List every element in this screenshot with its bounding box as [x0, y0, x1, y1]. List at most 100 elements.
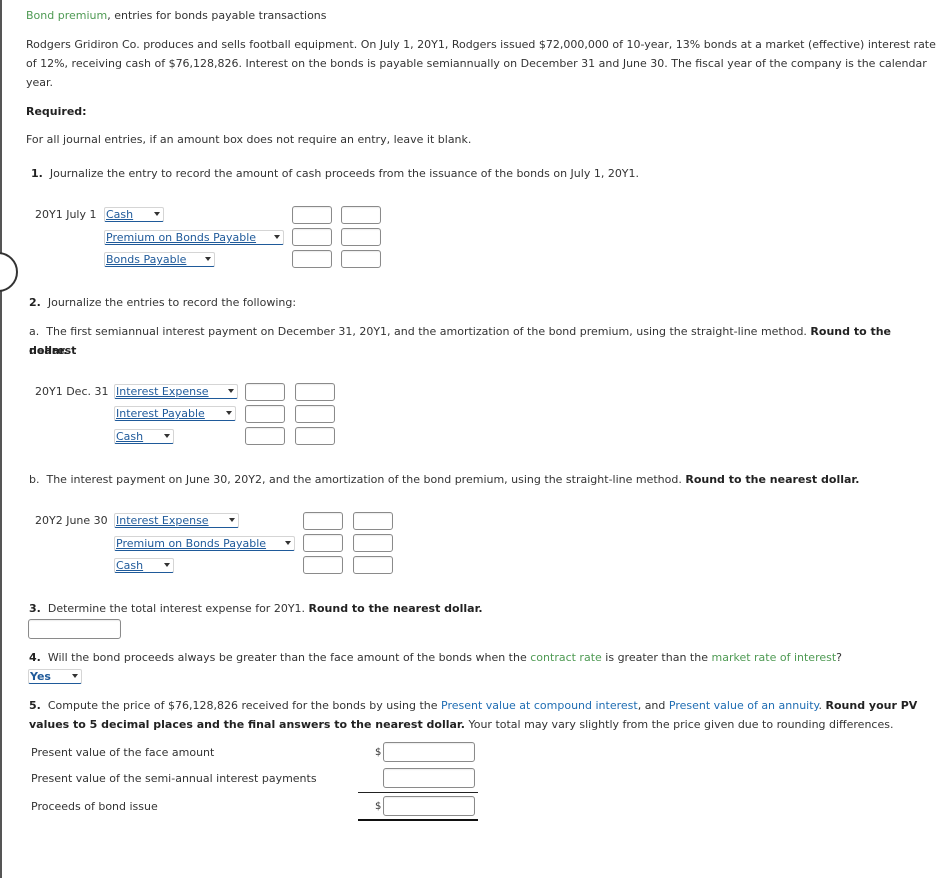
q2b-account-select-1[interactable]: Interest Expense	[114, 513, 239, 528]
q2b-credit-input-2[interactable]	[353, 534, 393, 552]
q2b-debit-input-2[interactable]	[303, 534, 343, 552]
pv-interest-payments-input[interactable]	[383, 768, 475, 788]
problem-title: Bond premium, entries for bonds payable …	[26, 6, 327, 25]
contract-rate-link[interactable]: contract rate	[530, 651, 602, 664]
q2a-date: 20Y1 Dec. 31	[35, 385, 109, 398]
q3-interest-expense-input[interactable]	[28, 619, 121, 639]
intro-line-3: year.	[26, 76, 54, 89]
q2a-credit-input-2[interactable]	[295, 405, 335, 423]
q1-prompt: 1. Journalize the entry to record the am…	[31, 164, 639, 183]
q2a-account-2-label: Interest Payable	[116, 407, 205, 420]
pv-interest-payments-label: Present value of the semi-annual interes…	[31, 772, 317, 785]
intro-line-2: of 12%, receiving cash of $76,128,826. I…	[26, 57, 927, 70]
q2-prompt: 2. Journalize the entries to record the …	[29, 293, 296, 312]
pv-face-amount-input[interactable]	[383, 742, 475, 762]
q1-text: Journalize the entry to record the amoun…	[49, 167, 640, 180]
q2b-date: 20Y2 June 30	[35, 514, 108, 527]
title-text: , entries for bonds payable transactions	[107, 9, 327, 22]
q4-answer-select[interactable]: Yes	[28, 669, 82, 684]
q5-number: 5.	[29, 699, 41, 712]
q1-debit-input-2[interactable]	[292, 228, 332, 246]
proceeds-currency: $	[375, 801, 382, 812]
q1-credit-input-3[interactable]	[341, 250, 381, 268]
q1-account-2-label: Premium on Bonds Payable	[106, 231, 257, 244]
q4-text-3: ?	[836, 651, 843, 664]
bond-premium-link[interactable]: Bond premium	[26, 9, 107, 22]
required-heading: Required:	[26, 105, 87, 118]
q4-text-1: Will the bond proceeds always be greater…	[47, 651, 527, 664]
intro-line-1: Rodgers Gridiron Co. produces and sells …	[26, 38, 936, 51]
q1-debit-input-1[interactable]	[292, 206, 332, 224]
pv-face-amount-label: Present value of the face amount	[31, 746, 215, 759]
q3-prompt: 3. Determine the total interest expense …	[29, 599, 483, 618]
q3-round-note: Round to the nearest dollar.	[308, 602, 483, 615]
q5-text-1: Compute the price of $76,128,826 receive…	[47, 699, 438, 712]
q5-text-2: , and	[637, 699, 666, 712]
q1-date: 20Y1 July 1	[35, 208, 97, 221]
q1-account-select-2[interactable]: Premium on Bonds Payable	[104, 230, 284, 245]
q2b-text: The interest payment on June 30, 20Y2, a…	[46, 473, 682, 486]
q2b-credit-input-3[interactable]	[353, 556, 393, 574]
chevron-down-icon	[72, 674, 78, 678]
q5-prompt-line-2: values to 5 decimal places and the final…	[29, 715, 893, 734]
q2-text: Journalize the entries to record the fol…	[47, 296, 297, 309]
proceeds-input[interactable]	[383, 796, 475, 816]
q2a-account-1-label: Interest Expense	[116, 385, 209, 398]
q2b-debit-input-1[interactable]	[303, 512, 343, 530]
q2b-account-select-2[interactable]: Premium on Bonds Payable	[114, 536, 295, 551]
q4-selected-value: Yes	[30, 670, 51, 683]
q2a-letter: a.	[29, 325, 40, 338]
q2a-round-note-cont: dollar.	[29, 344, 68, 357]
instruction-text: For all journal entries, if an amount bo…	[26, 133, 472, 146]
chevron-down-icon	[229, 518, 235, 522]
chevron-down-icon	[228, 389, 234, 393]
chevron-down-icon	[285, 541, 291, 545]
q2b-round-note: Round to the nearest dollar.	[685, 473, 860, 486]
q2b-prompt: b. The interest payment on June 30, 20Y2…	[29, 470, 859, 489]
q2a-account-3-label: Cash	[116, 430, 144, 443]
q2a-debit-input-1[interactable]	[245, 383, 285, 401]
q1-credit-input-2[interactable]	[341, 228, 381, 246]
chevron-down-icon	[226, 411, 232, 415]
side-nav-circle[interactable]	[0, 252, 18, 292]
q2a-debit-input-2[interactable]	[245, 405, 285, 423]
q2a-prompt: a. The first semiannual interest payment…	[29, 322, 939, 360]
chevron-down-icon	[154, 212, 160, 216]
q5-text-3: .	[818, 699, 823, 712]
q1-account-select-1[interactable]: Cash	[104, 207, 164, 222]
q2a-account-select-2[interactable]: Interest Payable	[114, 406, 236, 421]
q1-account-3-label: Bonds Payable	[106, 253, 187, 266]
q1-number: 1.	[31, 167, 43, 180]
q3-text: Determine the total interest expense for…	[47, 602, 306, 615]
proceeds-label: Proceeds of bond issue	[31, 800, 158, 813]
pv-compound-interest-link[interactable]: Present value at compound interest	[441, 699, 638, 712]
q1-account-1-label: Cash	[106, 208, 134, 221]
pv-annuity-link[interactable]: Present value of an annuity	[669, 699, 819, 712]
left-border	[0, 0, 2, 878]
q2b-letter: b.	[29, 473, 40, 486]
q5-round-note-2: values to 5 decimal places and the final…	[29, 718, 465, 731]
q1-account-select-3[interactable]: Bonds Payable	[104, 252, 215, 267]
market-rate-link[interactable]: market rate of interest	[711, 651, 836, 664]
q2b-debit-input-3[interactable]	[303, 556, 343, 574]
q2a-credit-input-1[interactable]	[295, 383, 335, 401]
q2b-credit-input-1[interactable]	[353, 512, 393, 530]
q5-text-4: Your total may vary slightly from the pr…	[468, 718, 894, 731]
q2a-account-select-1[interactable]: Interest Expense	[114, 384, 238, 399]
q2b-account-3-label: Cash	[116, 559, 144, 572]
q5-round-note-1: Round your PV	[825, 699, 918, 712]
q2a-credit-input-3[interactable]	[295, 427, 335, 445]
q2b-account-select-3[interactable]: Cash	[114, 558, 174, 573]
q2b-account-2-label: Premium on Bonds Payable	[116, 537, 267, 550]
q2a-account-select-3[interactable]: Cash	[114, 429, 174, 444]
q2b-account-1-label: Interest Expense	[116, 514, 209, 527]
chevron-down-icon	[274, 235, 280, 239]
q1-credit-input-1[interactable]	[341, 206, 381, 224]
chevron-down-icon	[164, 563, 170, 567]
q4-text-2: is greater than the	[605, 651, 708, 664]
q2-number: 2.	[29, 296, 41, 309]
q1-debit-input-3[interactable]	[292, 250, 332, 268]
chevron-down-icon	[164, 434, 170, 438]
q3-number: 3.	[29, 602, 41, 615]
q2a-debit-input-3[interactable]	[245, 427, 285, 445]
